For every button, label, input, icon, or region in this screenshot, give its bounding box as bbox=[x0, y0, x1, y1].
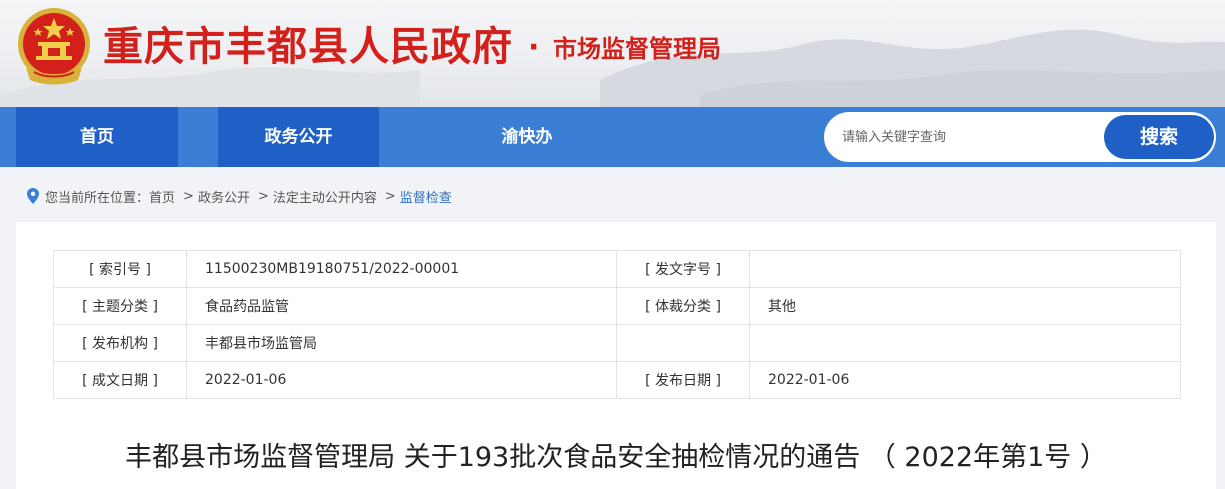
nav-item-gov-affairs[interactable]: 政务公开 bbox=[218, 107, 379, 167]
table-row: [ 成文日期 ] 2022-01-06 [ 发布日期 ] 2022-01-06 bbox=[53, 361, 1181, 399]
meta-label-genre: [ 体裁分类 ] bbox=[616, 287, 750, 325]
breadcrumb-separator: > bbox=[257, 188, 269, 204]
title-separator-dot: · bbox=[528, 30, 540, 65]
meta-value-genre: 其他 bbox=[749, 287, 1181, 325]
meta-label-publish-date: [ 发布日期 ] bbox=[616, 361, 750, 399]
nav-item-home[interactable]: 首页 bbox=[16, 107, 178, 167]
meta-label-empty bbox=[616, 324, 750, 362]
meta-label-publisher: [ 发布机构 ] bbox=[53, 324, 187, 362]
meta-value-index: 11500230MB19180751/2022-00001 bbox=[186, 250, 617, 288]
site-subtitle: 市场监督管理局 bbox=[553, 35, 721, 63]
search-box: 搜索 bbox=[824, 112, 1216, 162]
table-row: [ 索引号 ] 11500230MB19180751/2022-00001 [ … bbox=[53, 250, 1181, 288]
meta-value-publisher: 丰都县市场监管局 bbox=[186, 324, 617, 362]
table-row: [ 主题分类 ] 食品药品监管 [ 体裁分类 ] 其他 bbox=[53, 287, 1181, 325]
breadcrumb-gov-affairs[interactable]: 政务公开 bbox=[198, 187, 250, 206]
meta-label-index: [ 索引号 ] bbox=[53, 250, 187, 288]
breadcrumb-home[interactable]: 首页 bbox=[149, 187, 175, 206]
document-meta-table: [ 索引号 ] 11500230MB19180751/2022-00001 [ … bbox=[53, 250, 1181, 399]
breadcrumb: 您当前所在位置： 首页 > 政务公开 > 法定主动公开内容 > 监督检查 bbox=[27, 186, 452, 206]
table-row: [ 发布机构 ] 丰都县市场监管局 bbox=[53, 324, 1181, 362]
national-emblem-icon bbox=[18, 8, 90, 85]
meta-value-topic: 食品药品监管 bbox=[186, 287, 617, 325]
location-pin-icon bbox=[27, 188, 39, 204]
nav-item-yukuaiban[interactable]: 渝快办 bbox=[446, 107, 608, 167]
breadcrumb-separator: > bbox=[183, 188, 194, 204]
breadcrumb-separator: > bbox=[384, 188, 396, 204]
breadcrumb-current[interactable]: 监督检查 bbox=[400, 187, 452, 206]
meta-value-publish-date: 2022-01-06 bbox=[749, 361, 1181, 399]
breadcrumb-prefix: 您当前所在位置： bbox=[45, 190, 150, 206]
content-panel: [ 索引号 ] 11500230MB19180751/2022-00001 [ … bbox=[16, 222, 1216, 489]
search-button[interactable]: 搜索 bbox=[1104, 115, 1214, 159]
meta-value-doc-number bbox=[749, 250, 1181, 288]
meta-label-doc-number: [ 发文字号 ] bbox=[616, 250, 750, 288]
breadcrumb-public-content[interactable]: 法定主动公开内容 bbox=[273, 187, 377, 206]
meta-label-topic: [ 主题分类 ] bbox=[53, 287, 187, 325]
meta-value-empty bbox=[749, 324, 1181, 362]
search-input[interactable] bbox=[842, 112, 1112, 162]
document-title: 丰都县市场监督管理局 关于193批次食品安全抽检情况的通告 （ 2022年第1号… bbox=[125, 442, 1107, 473]
meta-value-written-date: 2022-01-06 bbox=[186, 361, 617, 399]
site-header: 重庆市丰都县人民政府 · 市场监督管理局 bbox=[0, 0, 1225, 107]
site-title: 重庆市丰都县人民政府 bbox=[103, 24, 513, 70]
meta-label-written-date: [ 成文日期 ] bbox=[53, 361, 187, 399]
main-nav: 首页 政务公开 渝快办 搜索 bbox=[0, 107, 1225, 167]
